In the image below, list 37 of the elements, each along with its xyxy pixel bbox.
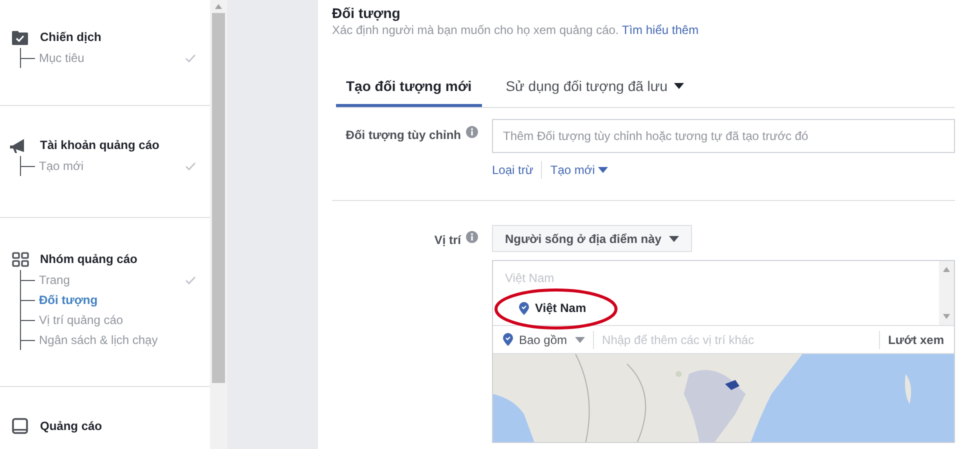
tab[interactable]: Tạo đối tượng mới: [336, 68, 482, 107]
include-dropdown[interactable]: Bao gồm: [519, 330, 594, 348]
scroll-thumb[interactable]: [212, 13, 225, 383]
location-tag[interactable]: Việt Nam: [535, 299, 586, 317]
checked-folder-icon: [12, 30, 28, 44]
custom-audience-field[interactable]: Thêm Đối tượng tùy chỉnh hoặc tương tự đã tạo trước đó: [492, 119, 955, 153]
search-text: Việt Nam: [505, 271, 556, 285]
section-title[interactable]: Tài khoản quảng cáo: [40, 136, 160, 154]
link[interactable]: Loại trừ: [492, 161, 534, 179]
step-link[interactable]: Đối tượng: [39, 291, 196, 309]
section-description: Xác định người mà bạn muốn cho họ xem quảng cáo. Tìm hiểu thêm: [332, 22, 700, 38]
caret-icon: [598, 167, 608, 173]
info-icon: [466, 231, 478, 243]
browse-button[interactable]: Lướt xem: [879, 330, 944, 348]
scrollbar[interactable]: [210, 0, 227, 449]
section-title[interactable]: Chiến dịch: [40, 28, 102, 46]
caret-icon: [669, 236, 680, 242]
scroll-down-icon[interactable]: [943, 314, 950, 319]
learn-more-link[interactable]: Tìm hiểu thêm: [622, 23, 699, 37]
section-title[interactable]: Quảng cáo: [40, 417, 102, 435]
pin-icon: [503, 333, 513, 346]
scroll-up-icon[interactable]: [943, 267, 950, 272]
caret-icon: [575, 336, 586, 342]
scrollbar[interactable]: [939, 261, 954, 325]
section-title[interactable]: Nhóm quảng cáo: [40, 250, 138, 268]
location-type-dropdown[interactable]: Người sống ở địa điểm này: [492, 225, 692, 252]
pin-icon: [519, 302, 529, 314]
field-label: Vị trí: [434, 232, 461, 249]
scroll-up-icon[interactable]: [215, 4, 222, 9]
tab[interactable]: Sử dụng đối tượng đã lưu: [496, 68, 694, 107]
field-label: Đối tượng tùy chỉnh: [346, 127, 461, 144]
location-search-field[interactable]: Nhập để thêm các vị trí khác: [602, 330, 880, 348]
section-heading: Đối tượng: [332, 4, 402, 22]
info-icon: [466, 126, 478, 138]
link[interactable]: Tạo mới: [541, 161, 608, 179]
grid-icon: [12, 252, 28, 266]
tablet-icon: [12, 418, 28, 434]
